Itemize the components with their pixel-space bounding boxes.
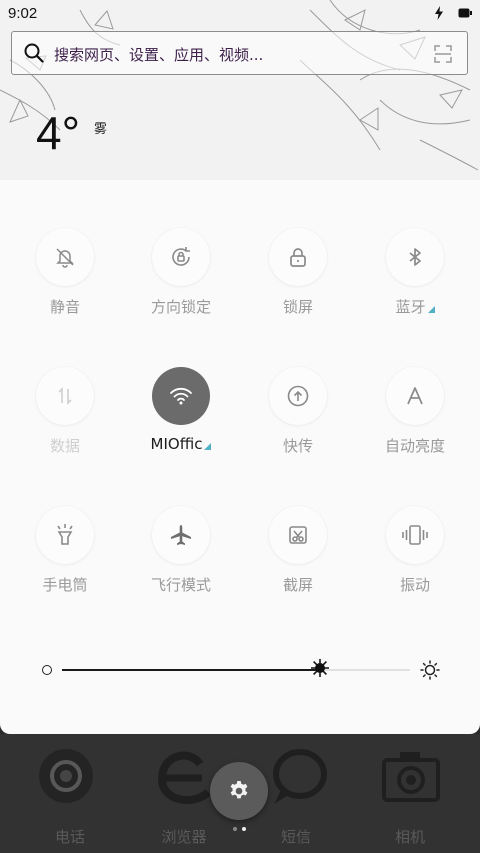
tile-screenshot[interactable]: 截屏 [240, 506, 356, 595]
tile-circle [386, 228, 444, 286]
tile-mobile-data[interactable]: 数据 [7, 367, 123, 456]
tile-label-text: 蓝牙 [395, 298, 426, 316]
tile-label: 方向锁定 [150, 298, 211, 316]
quick-transfer-icon [287, 385, 309, 407]
scan-icon[interactable] [433, 44, 453, 64]
tile-label: MIOffic [123, 435, 239, 453]
tile-circle [152, 228, 210, 286]
brightness-high-icon [420, 660, 440, 680]
airplane-icon [171, 525, 191, 545]
auto-brightness-icon [407, 387, 423, 405]
tile-auto-brightness[interactable]: 自动亮度 [357, 367, 473, 456]
gear-icon [230, 781, 248, 799]
brightness-slider[interactable] [40, 659, 440, 680]
tile-label-text: MIOffic [150, 435, 203, 453]
weather-temperature: 4° [36, 107, 80, 159]
dock-app-phone[interactable]: 电话 [20, 744, 120, 847]
tile-label: 振动 [399, 576, 430, 594]
brightness-thumb-icon[interactable] [310, 658, 330, 678]
bell-off-icon [56, 248, 74, 268]
slider-track[interactable] [62, 659, 410, 677]
app-label: 浏览器 [161, 828, 207, 846]
app-label: 短信 [280, 828, 311, 846]
page-dot [233, 827, 237, 831]
search-bar[interactable]: 搜索网页、设置、应用、视频... [11, 31, 468, 75]
mobile-data-icon [58, 387, 72, 405]
flashlight-icon [57, 524, 73, 545]
tile-airplane-mode[interactable]: 飞行模式 [123, 506, 239, 595]
phone-app-icon [39, 749, 93, 803]
slider-fill [62, 669, 320, 671]
tile-circle [152, 367, 210, 425]
app-label: 电话 [54, 828, 85, 846]
wallpaper-header: 9:02 搜索网页、设置、应用、视频... 4° 雾 [0, 0, 480, 181]
status-time: 9:02 [8, 5, 38, 22]
tile-silent[interactable]: 静音 [7, 228, 123, 317]
tile-lock-screen[interactable]: 锁屏 [240, 228, 356, 317]
rotation-lock-icon [172, 247, 190, 266]
vibrate-icon [402, 525, 428, 545]
wifi-icon [170, 387, 192, 405]
charging-icon [435, 6, 443, 20]
tile-circle [269, 506, 327, 564]
tile-wifi[interactable]: MIOffic [123, 367, 239, 453]
tile-circle [269, 367, 327, 425]
app-label: 相机 [394, 828, 425, 846]
tile-label: 数据 [49, 437, 80, 455]
tile-vibrate[interactable]: 振动 [357, 506, 473, 595]
tile-label: 静音 [49, 298, 80, 316]
tile-label: 截屏 [282, 576, 313, 594]
tile-label: 手电筒 [42, 576, 88, 594]
expand-indicator-icon [204, 443, 212, 450]
tile-rotation-lock[interactable]: 方向锁定 [123, 228, 239, 317]
tile-circle [386, 506, 444, 564]
quick-settings-panel: 静音 方向锁定 锁屏 蓝牙 数据 MIOffic 快传 自动亮度 手电筒 飞行模… [0, 180, 480, 734]
battery-icon [458, 8, 472, 18]
tile-label: 飞行模式 [150, 576, 211, 594]
tile-circle [152, 506, 210, 564]
bluetooth-icon [409, 248, 421, 266]
expand-indicator-icon [427, 306, 435, 313]
tile-circle [386, 367, 444, 425]
page-dot-active [242, 827, 246, 831]
tile-circle [36, 367, 94, 425]
search-icon [24, 43, 44, 63]
lock-icon [290, 248, 306, 267]
tile-label: 蓝牙 [357, 296, 473, 317]
tile-bluetooth[interactable]: 蓝牙 [357, 228, 473, 317]
tile-quick-transfer[interactable]: 快传 [240, 367, 356, 456]
messages-app-icon [273, 749, 327, 804]
dock-app-camera[interactable]: 相机 [360, 744, 460, 847]
browser-app-icon [157, 751, 211, 804]
status-icons [434, 6, 472, 20]
tile-flashlight[interactable]: 手电筒 [7, 506, 123, 595]
brightness-low-icon [42, 665, 52, 675]
screenshot-icon [289, 526, 307, 544]
camera-app-icon [382, 752, 440, 802]
search-placeholder: 搜索网页、设置、应用、视频... [54, 46, 264, 64]
tile-label: 锁屏 [282, 298, 313, 316]
status-bar: 9:02 [0, 0, 480, 28]
tile-circle [269, 228, 327, 286]
settings-button[interactable] [210, 762, 268, 820]
page-indicator [233, 827, 246, 831]
weather-condition: 雾 [94, 122, 108, 137]
tile-circle [36, 506, 94, 564]
tile-label: 自动亮度 [384, 437, 445, 455]
tile-label: 快传 [282, 437, 313, 455]
tile-circle [36, 228, 94, 286]
